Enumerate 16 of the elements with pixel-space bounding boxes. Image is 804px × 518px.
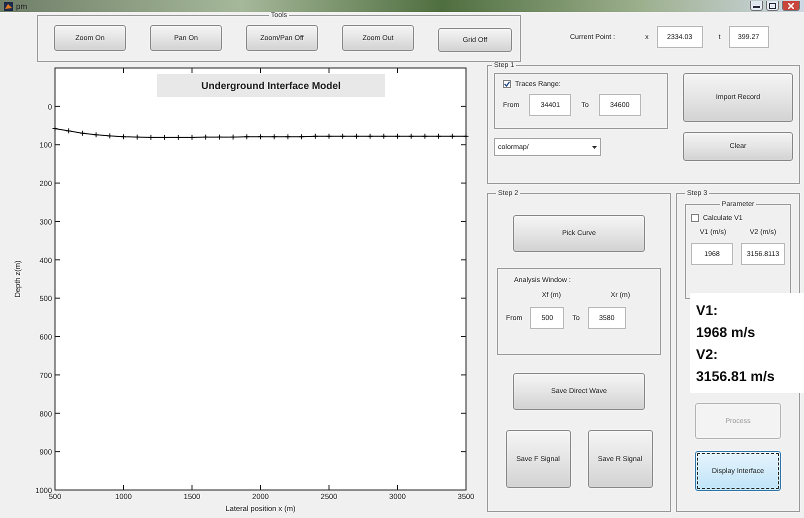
checkbox[interactable] xyxy=(691,214,699,222)
window-control[interactable] xyxy=(766,1,779,11)
chart-title: Underground Interface Model xyxy=(201,81,341,92)
close-icon[interactable] xyxy=(788,2,794,8)
caret-icon xyxy=(592,146,597,148)
window-title: pm xyxy=(16,2,28,10)
note-line: 1968 m/s xyxy=(696,323,756,342)
window-control[interactable] xyxy=(750,1,763,11)
app-icon xyxy=(4,2,13,10)
note-line: 3156.81 m/s xyxy=(696,367,776,386)
checkbox[interactable] xyxy=(503,80,511,88)
minimize-icon[interactable] xyxy=(753,4,760,8)
window-control[interactable] xyxy=(782,1,800,11)
note-line: V2: xyxy=(696,345,719,364)
note-line: V1: xyxy=(696,301,719,320)
maximize-icon[interactable] xyxy=(769,2,776,8)
